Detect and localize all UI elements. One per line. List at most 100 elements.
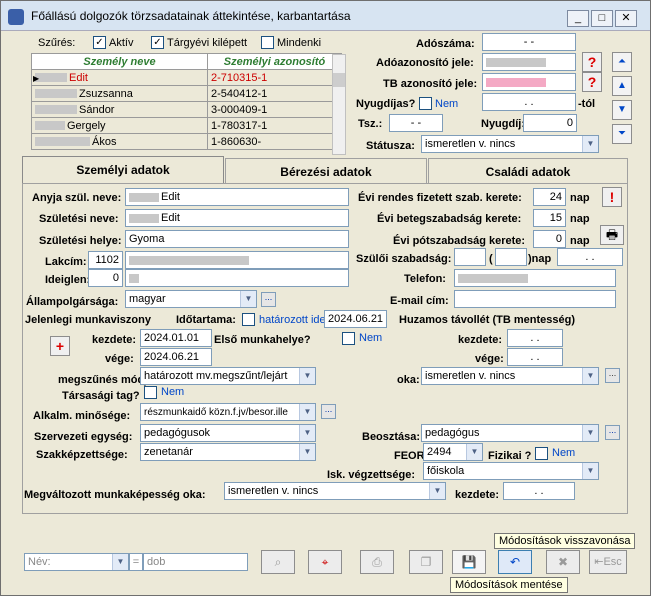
search-value-field[interactable]: dob bbox=[143, 553, 248, 571]
feor-select[interactable]: 2494 ▼ bbox=[423, 443, 483, 461]
h-vege-field[interactable]: . . bbox=[507, 348, 563, 366]
nap-unit: nap bbox=[570, 213, 590, 225]
ideigl-zip-field[interactable]: 0 bbox=[88, 269, 123, 287]
statusz-select[interactable]: ismeretlen v. nincs ▼ bbox=[421, 135, 599, 153]
table-row[interactable]: Sándor 3-000409-1 bbox=[31, 101, 342, 118]
chevron-down-icon: ▼ bbox=[240, 291, 256, 307]
save-icon[interactable]: 💾 bbox=[452, 550, 486, 574]
lakcim-field[interactable] bbox=[125, 251, 349, 269]
add-plus-icon[interactable]: + bbox=[50, 336, 70, 356]
scrollbar-thumb[interactable] bbox=[333, 73, 345, 87]
oka-more-button[interactable]: ... bbox=[605, 368, 620, 383]
szuloi-nap: )nap bbox=[528, 253, 552, 265]
tab-csaladi[interactable]: Családi adatok bbox=[428, 158, 628, 185]
table-row[interactable]: Edit 2-710315-1 bbox=[31, 69, 342, 86]
szul-hely-field[interactable]: Gyoma bbox=[125, 230, 349, 248]
megszunes-select[interactable]: határozott mv.megszűnt/lejárt ▼ bbox=[140, 367, 316, 385]
previous-record-icon[interactable]: ▲ bbox=[612, 76, 632, 96]
filter-aktiv-checkbox[interactable]: ✓ bbox=[93, 36, 106, 49]
lakcim-label: Lakcím: bbox=[45, 256, 87, 268]
lakcim-zip-field[interactable]: 1102 bbox=[88, 251, 123, 269]
table-row[interactable]: Ákos 1-860630- bbox=[31, 133, 342, 150]
alert-exclamation-icon[interactable]: ! bbox=[602, 187, 622, 207]
megvaltozott-select[interactable]: ismeretlen v. nincs ▼ bbox=[224, 482, 446, 500]
vege-field[interactable]: 2024.06.21 bbox=[140, 348, 212, 366]
maximize-button[interactable]: □ bbox=[591, 10, 613, 27]
elso-value: Nem bbox=[359, 332, 383, 344]
elso-checkbox[interactable] bbox=[342, 332, 355, 345]
filter-kilepett-checkbox[interactable]: ✓ bbox=[151, 36, 164, 49]
m-kezdete-field[interactable]: . . bbox=[503, 482, 575, 500]
help-question-icon[interactable]: ? bbox=[582, 52, 602, 72]
huzamos-label: Huzamos távollét (TB mentesség) bbox=[399, 314, 576, 326]
oka-select[interactable]: ismeretlen v. nincs ▼ bbox=[421, 367, 599, 385]
telefon-field[interactable] bbox=[454, 269, 616, 287]
hatarozott-date-field[interactable]: 2024.06.21 bbox=[324, 310, 387, 328]
evi-beteg-field[interactable]: 15 bbox=[533, 209, 566, 227]
printer-icon[interactable]: 🖶 bbox=[600, 225, 624, 245]
table-row[interactable]: Zsuzsanna 2-540412-1 bbox=[31, 85, 342, 102]
anyja-field[interactable]: Edit bbox=[125, 188, 349, 206]
help-question-icon[interactable]: ? bbox=[582, 72, 602, 92]
table-row[interactable]: Gergely 1-780317-1 bbox=[31, 117, 342, 134]
tb-label: TB azonosító jele: bbox=[383, 78, 478, 90]
first-record-icon[interactable]: ⏶ bbox=[612, 52, 632, 72]
beosztasa-more-button[interactable]: ... bbox=[605, 425, 620, 440]
szuloi-field-1[interactable] bbox=[454, 248, 486, 266]
tab-berezesi[interactable]: Bérezési adatok bbox=[225, 158, 427, 185]
copy-icon[interactable]: ❐ bbox=[409, 550, 443, 574]
tab-szemelyi[interactable]: Személyi adatok bbox=[22, 156, 224, 184]
next-record-icon[interactable]: ▼ bbox=[612, 100, 632, 120]
szakkepz-select[interactable]: zenetanár ▼ bbox=[140, 443, 316, 461]
chevron-down-icon: ▼ bbox=[112, 554, 128, 570]
nap-unit: nap bbox=[570, 235, 590, 247]
alkalm-select[interactable]: részmunkaidő közn.f.jv/besor.ille ▼ bbox=[140, 403, 316, 421]
tb-field[interactable] bbox=[482, 73, 576, 91]
binoculars-icon[interactable]: ⌖ bbox=[308, 550, 342, 574]
undo-tooltip: Módosítások visszavonása bbox=[494, 533, 636, 549]
tarsasagi-checkbox[interactable] bbox=[144, 386, 157, 399]
szuloi-date-field[interactable]: . . bbox=[557, 248, 623, 266]
employee-grid: Személy neve Személyi azonosító Edit 2-7… bbox=[31, 53, 342, 150]
minimize-button[interactable]: _ bbox=[567, 10, 589, 27]
fizikai-checkbox[interactable] bbox=[535, 447, 548, 460]
kezdete-field[interactable]: 2024.01.01 bbox=[140, 329, 212, 347]
evi-pot-field[interactable]: 0 bbox=[533, 230, 566, 248]
undo-icon[interactable]: ↶ bbox=[498, 550, 532, 574]
delete-record-icon[interactable]: ✖ bbox=[546, 550, 580, 574]
beosztasa-select[interactable]: pedagógus ▼ bbox=[421, 424, 599, 442]
tsz-field[interactable]: - - bbox=[389, 114, 443, 132]
isk-select[interactable]: főiskola ▼ bbox=[423, 462, 599, 480]
szuloi-field-2[interactable] bbox=[495, 248, 527, 266]
szuloi-open: ( bbox=[489, 253, 493, 265]
h-kezdete-field[interactable]: . . bbox=[507, 329, 563, 347]
grid-scrollbar[interactable] bbox=[332, 54, 346, 155]
allampolgarsag-select[interactable]: magyar ▼ bbox=[125, 290, 257, 308]
nyugdijas-checkbox[interactable] bbox=[419, 97, 432, 110]
print-icon[interactable]: ⎙ bbox=[360, 550, 394, 574]
adoszama-field[interactable]: - - bbox=[482, 33, 576, 51]
allampolgarsag-more-button[interactable]: ... bbox=[261, 292, 276, 307]
column-header-id[interactable]: Személyi azonosító bbox=[207, 53, 342, 70]
filter-mindenki-checkbox[interactable] bbox=[261, 36, 274, 49]
vege-label: vége: bbox=[105, 353, 134, 365]
nyugdij-field[interactable]: 0 bbox=[523, 114, 577, 132]
column-header-name[interactable]: Személy neve bbox=[31, 53, 208, 70]
szul-nev-field[interactable]: Edit bbox=[125, 209, 349, 227]
hatarozott-checkbox[interactable] bbox=[242, 313, 255, 326]
nyugdijas-date-field[interactable]: . . bbox=[482, 93, 576, 111]
evi-rendes-field[interactable]: 24 bbox=[533, 188, 566, 206]
szervezeti-select[interactable]: pedagógusok ▼ bbox=[140, 424, 316, 442]
exit-button[interactable]: ⇤Esc bbox=[589, 550, 627, 574]
last-record-icon[interactable]: ⏷ bbox=[612, 124, 632, 144]
szakkepz-label: Szakképzettsége: bbox=[36, 449, 128, 461]
alkalm-more-button[interactable]: ... bbox=[321, 404, 336, 419]
find-icon[interactable]: ⌕ bbox=[261, 550, 295, 574]
ideigl-field[interactable] bbox=[125, 269, 349, 287]
email-field[interactable] bbox=[454, 290, 616, 308]
adoazonosito-field[interactable] bbox=[482, 53, 576, 71]
operator-field[interactable]: = bbox=[129, 553, 143, 571]
close-button[interactable]: ✕ bbox=[615, 10, 637, 27]
chevron-down-icon: ▼ bbox=[299, 444, 315, 460]
search-field-select[interactable]: Név: ▼ bbox=[24, 553, 129, 571]
